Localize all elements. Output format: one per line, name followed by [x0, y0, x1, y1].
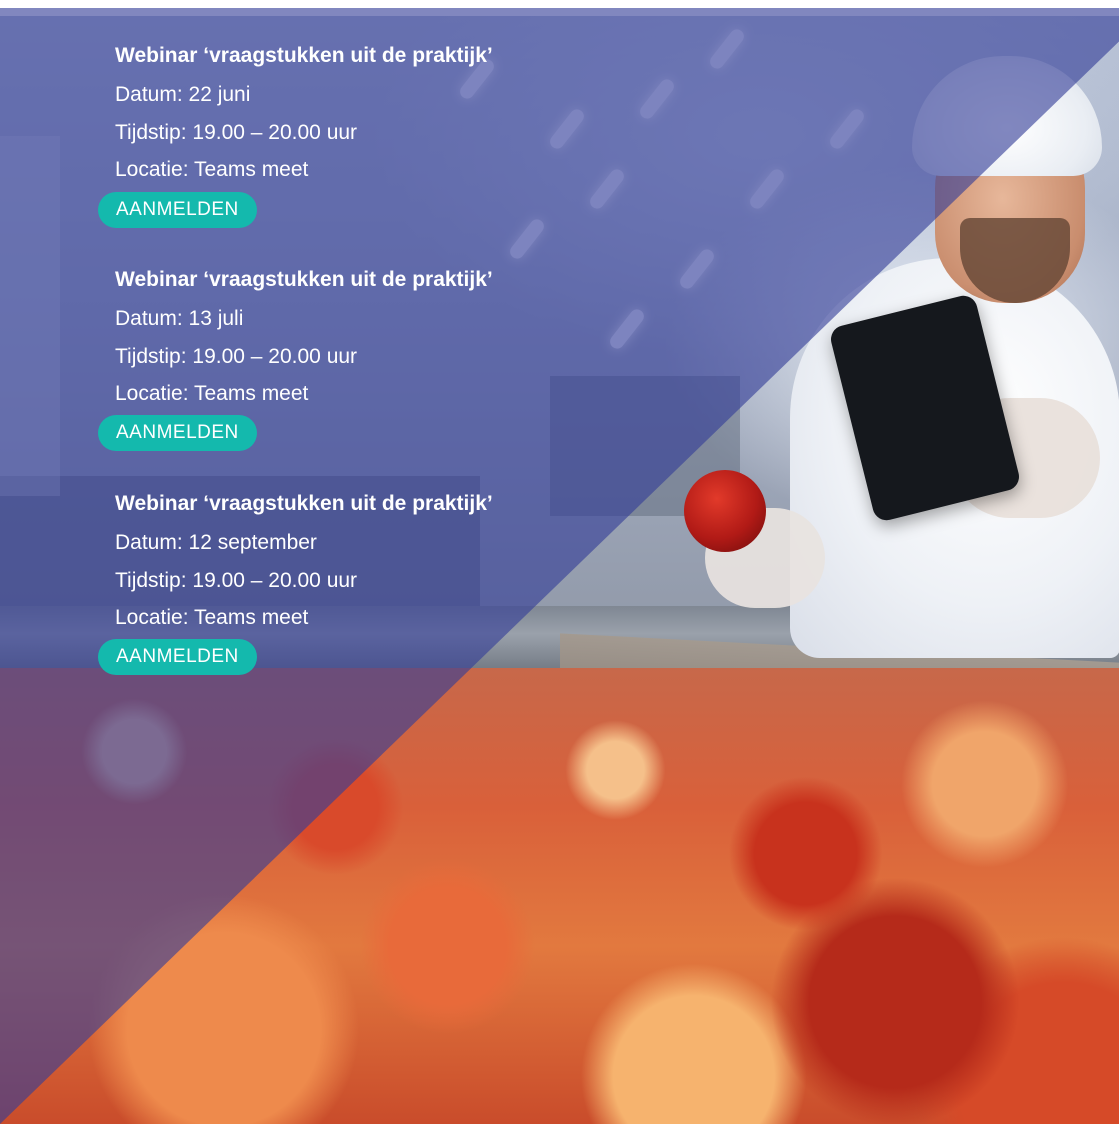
held-apple — [684, 470, 766, 552]
event-time: Tijdstip: 19.00 – 20.00 uur — [115, 345, 358, 368]
event-location: Locatie: Teams meet — [115, 382, 309, 405]
event-title: Webinar ‘vraagstukken uit de praktijk’ — [115, 268, 493, 291]
event-date: Datum: 22 juni — [115, 83, 251, 106]
event-location: Locatie: Teams meet — [115, 158, 309, 181]
top-border — [0, 0, 1119, 8]
event-time: Tijdstip: 19.00 – 20.00 uur — [115, 569, 358, 592]
event-title: Webinar ‘vraagstukken uit de praktijk’ — [115, 492, 493, 515]
webinar-banner: Webinar ‘vraagstukken uit de praktijk’ D… — [0, 0, 1119, 1124]
event-title: Webinar ‘vraagstukken uit de praktijk’ — [115, 44, 493, 67]
event-location: Locatie: Teams meet — [115, 606, 309, 629]
event-date: Datum: 12 september — [115, 531, 317, 554]
register-button[interactable]: AANMELDEN — [98, 415, 257, 451]
register-button[interactable]: AANMELDEN — [98, 192, 257, 228]
event-date: Datum: 13 juli — [115, 307, 244, 330]
event-time: Tijdstip: 19.00 – 20.00 uur — [115, 121, 358, 144]
event-list: Webinar ‘vraagstukken uit de praktijk’ D… — [0, 0, 640, 700]
register-button[interactable]: AANMELDEN — [98, 639, 257, 675]
